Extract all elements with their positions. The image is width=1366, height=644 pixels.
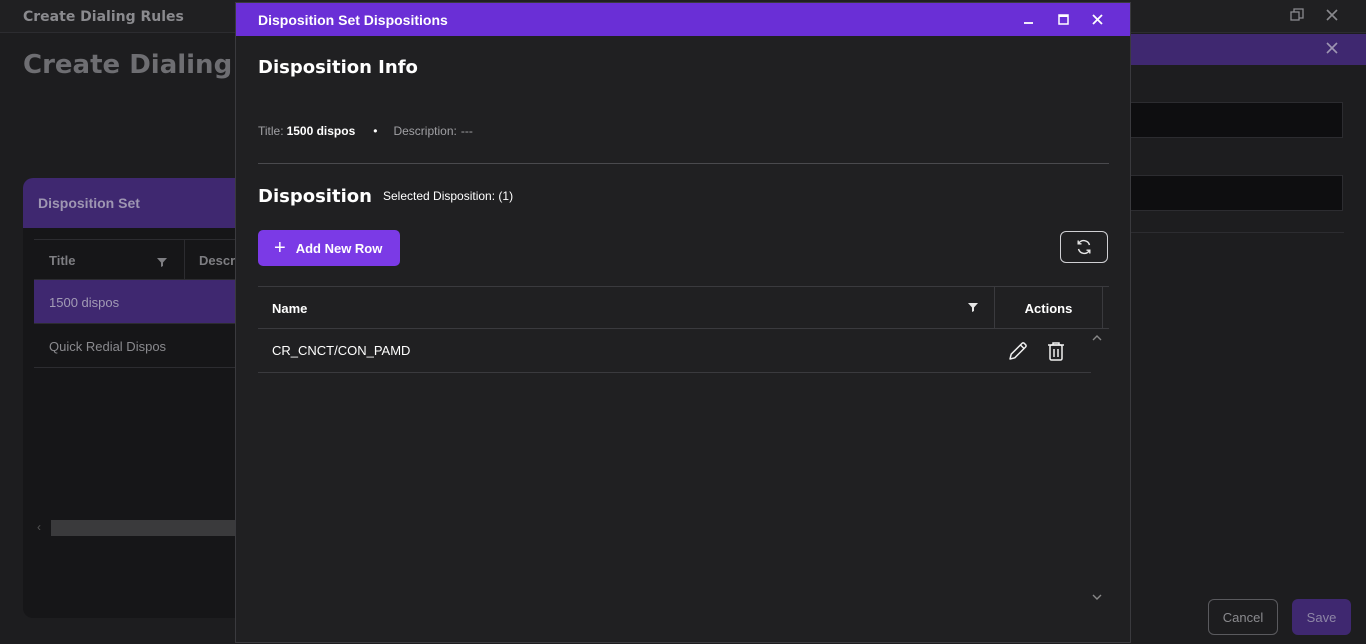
- trash-icon[interactable]: [1045, 340, 1067, 362]
- selected-disposition-count: Selected Disposition: (1): [383, 189, 514, 203]
- grid-header: Name Actions: [258, 286, 1109, 329]
- column-header-actions: Actions: [995, 287, 1103, 328]
- description-value: ---: [460, 124, 473, 138]
- divider: [258, 163, 1109, 164]
- disposition-heading: Disposition: [258, 186, 372, 207]
- background-window-title: Create Dialing Rules: [23, 9, 184, 25]
- filter-icon[interactable]: [157, 257, 167, 267]
- modal-titlebar: Disposition Set Dispositions: [236, 3, 1130, 36]
- disposition-name: CR_CNCT/CON_PAMD: [272, 343, 411, 358]
- modal-title: Disposition Set Dispositions: [258, 11, 448, 28]
- refresh-button[interactable]: [1060, 231, 1108, 263]
- horizontal-scrollbar[interactable]: [51, 520, 263, 536]
- refresh-icon: [1077, 239, 1091, 255]
- background-input-field[interactable]: [1130, 175, 1343, 211]
- scroll-down-icon[interactable]: [1092, 590, 1102, 604]
- maximize-icon[interactable]: [1048, 3, 1078, 36]
- row-actions: [1007, 340, 1067, 362]
- background-panel-close-icon[interactable]: [1326, 41, 1338, 57]
- scroll-left-icon[interactable]: ‹: [37, 520, 41, 534]
- table-row[interactable]: CR_CNCT/CON_PAMD: [258, 329, 1091, 373]
- table-row[interactable]: 1500 dispos: [34, 280, 263, 324]
- divider: [1130, 232, 1344, 233]
- title-value: 1500 dispos: [286, 124, 356, 138]
- dispositions-grid: Name Actions CR_CNCT/CON_PAMD: [258, 286, 1109, 373]
- column-header-name[interactable]: Name: [258, 287, 995, 328]
- column-header-title[interactable]: Title: [34, 240, 185, 279]
- disposition-set-table: Title Descr 1500 dispos Quick Redial Dis…: [34, 239, 263, 368]
- disposition-info-heading: Disposition Info: [258, 57, 418, 78]
- disposition-set-panel: Disposition Set Title Descr 1500 dispos …: [23, 178, 263, 618]
- pencil-icon[interactable]: [1007, 340, 1029, 362]
- add-new-row-button[interactable]: + Add New Row: [258, 230, 400, 266]
- minimize-icon[interactable]: [1013, 3, 1043, 36]
- description-label: Description:: [393, 124, 457, 138]
- plus-icon: +: [274, 237, 286, 259]
- scroll-up-icon[interactable]: [1092, 331, 1102, 345]
- title-label: Title:: [258, 124, 284, 138]
- table-row[interactable]: Quick Redial Dispos: [34, 324, 263, 368]
- table-header: Title Descr: [34, 239, 263, 280]
- save-button[interactable]: Save: [1292, 599, 1351, 635]
- filter-icon[interactable]: [968, 302, 978, 312]
- separator-dot: •: [373, 124, 378, 138]
- disposition-set-panel-title: Disposition Set: [23, 178, 263, 228]
- add-new-row-label: Add New Row: [295, 240, 383, 256]
- close-icon[interactable]: [1082, 3, 1112, 36]
- disposition-set-dispositions-modal: Disposition Set Dispositions Disposition…: [235, 2, 1131, 643]
- restore-icon[interactable]: [1290, 8, 1304, 25]
- cancel-button[interactable]: Cancel: [1208, 599, 1278, 635]
- background-input-field[interactable]: [1130, 102, 1343, 138]
- background-close-icon[interactable]: [1326, 8, 1338, 24]
- disposition-info-line: Title: 1500 dispos • Description: ---: [258, 124, 473, 138]
